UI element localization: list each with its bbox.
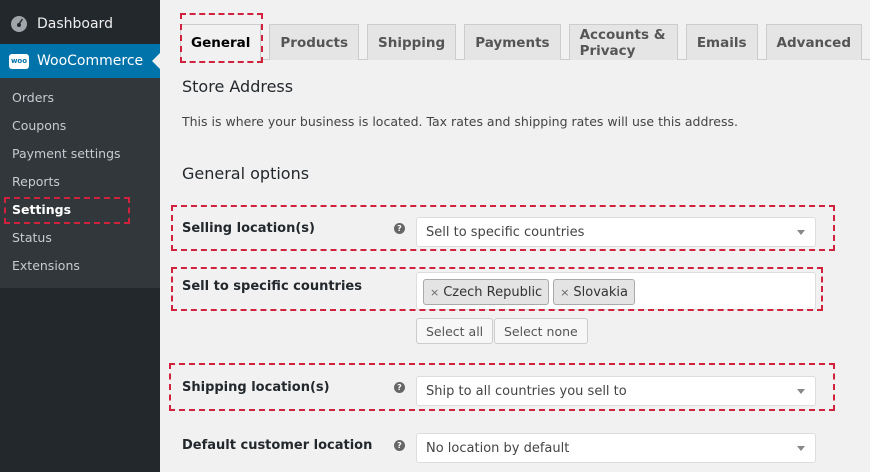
settings-tabs: General Products Shipping Payments Accou… <box>180 24 870 61</box>
settings-main: General Products Shipping Payments Accou… <box>160 0 870 472</box>
help-icon[interactable]: ? <box>394 223 405 234</box>
chevron-down-icon <box>797 446 805 451</box>
sidebar-item-label: WooCommerce <box>37 53 144 69</box>
woocommerce-logo-icon: woo <box>9 51 29 71</box>
tab-general[interactable]: General <box>180 24 262 61</box>
chevron-down-icon <box>797 389 805 394</box>
default-location-label: Default customer location <box>182 438 373 453</box>
submenu-item-extensions[interactable]: Extensions <box>0 252 160 280</box>
specific-countries-label: Sell to specific countries <box>182 279 362 294</box>
shipping-location-label: Shipping location(s) <box>182 380 330 395</box>
remove-chip-icon[interactable]: × <box>560 286 569 299</box>
default-location-select[interactable]: No location by default <box>416 433 816 463</box>
submenu-item-status[interactable]: Status <box>0 224 160 252</box>
store-address-description: This is where your business is located. … <box>182 114 738 129</box>
country-chip-czech-republic: × Czech Republic <box>423 279 550 305</box>
chip-label: Czech Republic <box>443 284 543 300</box>
submenu-item-settings[interactable]: Settings <box>0 196 160 224</box>
selling-location-label: Selling location(s) <box>182 221 315 236</box>
dashboard-icon <box>9 14 29 34</box>
tab-payments[interactable]: Payments <box>464 24 561 60</box>
selling-location-select[interactable]: Sell to specific countries <box>416 217 816 247</box>
tab-emails[interactable]: Emails <box>685 24 758 60</box>
shipping-location-select[interactable]: Ship to all countries you sell to <box>416 376 816 406</box>
shipping-location-value: Ship to all countries you sell to <box>426 383 627 399</box>
submenu-item-reports[interactable]: Reports <box>0 168 160 196</box>
help-icon[interactable]: ? <box>394 440 405 451</box>
remove-chip-icon[interactable]: × <box>430 286 439 299</box>
store-address-heading: Store Address <box>182 77 294 96</box>
help-icon[interactable]: ? <box>394 382 405 393</box>
sidebar-item-dashboard[interactable]: Dashboard <box>0 7 160 41</box>
tab-advanced[interactable]: Advanced <box>765 24 862 60</box>
woocommerce-submenu: Orders Coupons Payment settings Reports … <box>0 78 160 288</box>
default-location-value: No location by default <box>426 440 570 456</box>
sidebar-item-woocommerce[interactable]: woo WooCommerce <box>0 44 160 78</box>
tab-accounts-privacy[interactable]: Accounts & Privacy <box>568 24 678 60</box>
chip-label: Slovakia <box>573 284 629 300</box>
tab-products[interactable]: Products <box>269 24 359 60</box>
submenu-item-orders[interactable]: Orders <box>0 84 160 112</box>
submenu-item-payment-settings[interactable]: Payment settings <box>0 140 160 168</box>
general-options-heading: General options <box>182 164 310 183</box>
active-menu-arrow-icon <box>152 53 160 69</box>
sidebar-item-label: Dashboard <box>37 16 113 32</box>
tab-shipping[interactable]: Shipping <box>367 24 457 60</box>
submenu-item-coupons[interactable]: Coupons <box>0 112 160 140</box>
select-all-button[interactable]: Select all <box>416 318 494 344</box>
country-chip-slovakia: × Slovakia <box>553 279 636 305</box>
specific-countries-multiselect[interactable]: × Czech Republic × Slovakia <box>416 272 816 310</box>
chevron-down-icon <box>797 230 805 235</box>
admin-sidebar: Dashboard woo WooCommerce Orders Coupons… <box>0 0 160 472</box>
select-none-button[interactable]: Select none <box>494 318 588 344</box>
selling-location-value: Sell to specific countries <box>426 224 585 240</box>
